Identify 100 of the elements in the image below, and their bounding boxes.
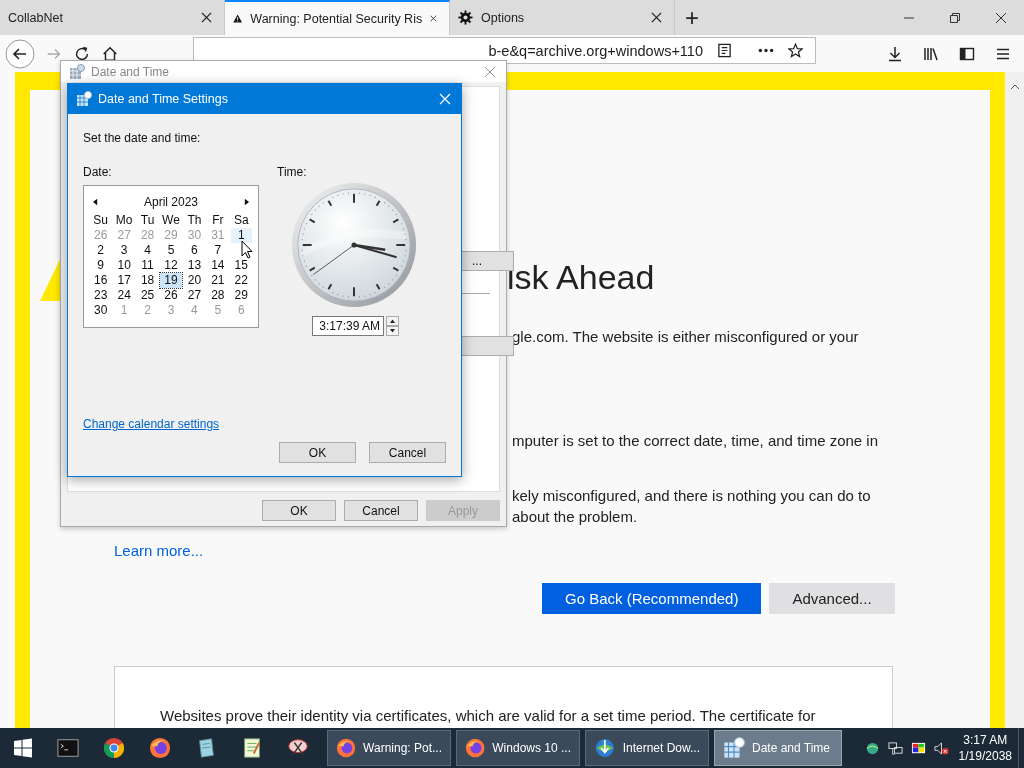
library-icon[interactable] bbox=[923, 45, 939, 62]
next-month-icon[interactable] bbox=[244, 198, 249, 206]
certificate-text: Websites prove their identity via certificates, which are valid for a set time period. The certificate for bbox=[160, 707, 817, 724]
calendar-day[interactable]: 19 bbox=[160, 273, 182, 288]
advanced-button[interactable]: Advanced... bbox=[769, 583, 895, 614]
calendar-day[interactable]: 21 bbox=[207, 273, 229, 288]
network-globe-icon[interactable] bbox=[864, 740, 880, 756]
go-back-button[interactable]: Go Back (Recommended) bbox=[542, 583, 762, 614]
taskbar-button[interactable]: Warning: Pot... bbox=[327, 730, 451, 766]
calendar-day[interactable]: 7 bbox=[207, 243, 229, 258]
close-icon[interactable] bbox=[430, 13, 437, 24]
calendar-day[interactable]: 17 bbox=[113, 273, 135, 288]
browser-tab[interactable]: Warning: Potential Security Ris bbox=[225, 0, 450, 35]
weekday-label: Mo bbox=[114, 213, 134, 228]
calendar-day[interactable]: 3 bbox=[113, 243, 135, 258]
taskbar-date[interactable]: 1/19/2038 bbox=[958, 748, 1012, 764]
tab-title: CollabNet bbox=[8, 10, 64, 25]
calendar-day[interactable]: 16 bbox=[90, 273, 112, 288]
globe-icon bbox=[594, 737, 616, 759]
close-icon[interactable] bbox=[651, 12, 662, 23]
weekday-label: Tu bbox=[139, 213, 156, 228]
prompt-text: Set the date and time: bbox=[83, 130, 202, 146]
calendar-day[interactable]: 26 bbox=[160, 288, 182, 303]
calendar-day[interactable]: 30 bbox=[90, 303, 112, 318]
dialog-button[interactable]: Cancel bbox=[344, 500, 418, 521]
settings-icon bbox=[458, 10, 473, 25]
calendar-day[interactable]: 25 bbox=[136, 288, 159, 303]
calendar-day[interactable]: 20 bbox=[183, 273, 206, 288]
firefox-icon[interactable] bbox=[149, 737, 171, 759]
calendar-day[interactable]: 22 bbox=[230, 273, 252, 288]
weekday-label: Sa bbox=[232, 213, 250, 228]
calendar-day[interactable]: 27 bbox=[183, 288, 206, 303]
calendar-day[interactable]: 24 bbox=[113, 288, 135, 303]
calendar-day[interactable]: 1 bbox=[230, 228, 252, 243]
calendar-day[interactable]: 12 bbox=[160, 258, 182, 273]
month-title[interactable]: April 2023 bbox=[143, 195, 198, 209]
dialog-title: Date and Time Settings bbox=[98, 92, 228, 106]
reload-icon[interactable] bbox=[73, 44, 91, 63]
change-calendar-settings-link[interactable]: Change calendar settings bbox=[83, 416, 220, 432]
dialog-button[interactable]: OK bbox=[279, 442, 356, 463]
color-display-icon[interactable] bbox=[910, 740, 926, 756]
calendar-day[interactable]: 14 bbox=[207, 258, 229, 273]
tab-title: Options bbox=[481, 10, 526, 25]
new-tab-button[interactable]: + bbox=[675, 0, 709, 35]
time-label: Time: bbox=[277, 164, 308, 180]
previous-month-icon[interactable] bbox=[93, 198, 98, 206]
paragraph-text: gle.com. The website is either misconfigured or your bbox=[512, 327, 859, 347]
learn-more-link[interactable]: Learn more... bbox=[114, 542, 204, 559]
window-title: Date and Time bbox=[91, 64, 170, 79]
weekday-label: We bbox=[161, 213, 181, 228]
firefox-icon bbox=[336, 737, 357, 759]
calendar-clock-icon bbox=[76, 91, 92, 107]
dialog-button[interactable]: OK bbox=[262, 500, 336, 521]
calendar-day[interactable]: 18 bbox=[136, 273, 159, 288]
firefox-icon bbox=[465, 737, 486, 759]
dialog-button[interactable]: Cancel bbox=[369, 442, 446, 463]
download-icon[interactable] bbox=[887, 45, 903, 62]
calendar-day[interactable]: 13 bbox=[183, 258, 206, 273]
calendar-day[interactable]: 5 bbox=[160, 243, 182, 258]
reader-view-icon[interactable] bbox=[717, 43, 732, 58]
calendar-day[interactable]: 11 bbox=[136, 258, 159, 273]
weekday-label: Fr bbox=[211, 213, 225, 228]
mouse-cursor-icon bbox=[241, 240, 253, 259]
spin-buttons-icon[interactable] bbox=[386, 316, 399, 336]
calendar-day[interactable]: 9 bbox=[90, 258, 112, 273]
star-icon[interactable] bbox=[788, 43, 803, 58]
tab-title: Warning: Potential Security Ris bbox=[250, 11, 423, 26]
windows-start-icon[interactable] bbox=[13, 738, 33, 758]
close-icon[interactable] bbox=[995, 11, 1007, 24]
calendar-day[interactable]: 10 bbox=[113, 258, 135, 273]
calendar-day[interactable]: 6 bbox=[183, 243, 206, 258]
terminal-icon[interactable] bbox=[57, 737, 79, 759]
volume-muted-icon[interactable] bbox=[933, 740, 949, 756]
network-icon[interactable] bbox=[887, 740, 903, 756]
back-button[interactable] bbox=[5, 38, 35, 69]
paragraph-text: kely misconfigured, and there is nothing you can do to about the problem. bbox=[512, 486, 871, 527]
notepad-icon[interactable] bbox=[241, 737, 263, 759]
taskbar-time[interactable]: 3:17 AM bbox=[963, 732, 1008, 748]
weekday-label: Th bbox=[186, 213, 203, 228]
taskbar-button[interactable]: Windows 10 ... bbox=[456, 730, 580, 766]
scroll-up-icon[interactable] bbox=[1009, 84, 1020, 90]
date-label: Date: bbox=[83, 164, 113, 180]
calendar-day[interactable]: 2 bbox=[90, 243, 112, 258]
weekday-label: Su bbox=[92, 213, 110, 228]
chrome-icon[interactable] bbox=[103, 737, 125, 759]
taskbar-button[interactable]: Date and Time bbox=[714, 730, 842, 766]
time-field[interactable]: 3:17:39 AM bbox=[312, 316, 384, 336]
calendar-day[interactable]: 28 bbox=[207, 288, 229, 303]
paragraph-text: mputer is set to the correct date, time, and time zone in bbox=[512, 431, 878, 451]
calendar-clock-icon bbox=[723, 737, 745, 759]
calendar-day[interactable]: 29 bbox=[230, 288, 252, 303]
close-icon[interactable] bbox=[201, 12, 212, 23]
scrollbar[interactable] bbox=[1005, 72, 1024, 728]
calendar-day[interactable]: 23 bbox=[90, 288, 112, 303]
sidebar-icon[interactable] bbox=[959, 45, 975, 62]
calendar-day[interactable]: 15 bbox=[230, 258, 252, 273]
taskbar-button[interactable]: Internet Dow... bbox=[585, 730, 709, 766]
restore-icon[interactable] bbox=[949, 11, 961, 24]
calendar-day[interactable]: 4 bbox=[136, 243, 159, 258]
url-field[interactable]: b-e&q=archive.org+windows+110 bbox=[193, 37, 816, 64]
